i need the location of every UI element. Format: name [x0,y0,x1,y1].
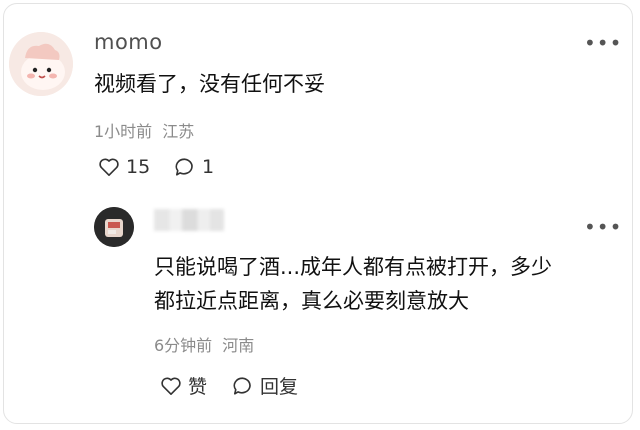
speech-bubble-icon [175,158,193,176]
reply-text-line: 都拉近点距离，真么必要刻意放大 [154,289,469,313]
comment-meta: 1小时前 江苏 [94,118,194,142]
reply-reply-button[interactable]: 回复 [232,372,298,399]
reply-reply-label: 回复 [260,376,299,398]
reply-like-button[interactable]: 赞 [160,372,207,399]
heart-outline-icon [161,377,181,395]
comment-button[interactable]: 1 [174,156,214,178]
reply-meta: 6分钟前 河南 [154,332,254,356]
reply-text-line: 只能说喝了酒...成年人都有点被打开，多少 [154,255,553,279]
photo-avatar-icon [94,207,134,247]
reply-avatar[interactable] [94,207,134,247]
like-count: 15 [126,156,151,178]
like-button[interactable]: 15 [98,156,150,178]
blurred-username [154,209,224,231]
reply-location: 河南 [222,336,255,355]
comment-time: 1小时前 [94,122,153,141]
comment-count: 1 [202,156,215,178]
more-horizontal-icon[interactable]: ••• [584,217,622,237]
comment-location: 江苏 [162,122,195,141]
reply-text: 只能说喝了酒...成年人都有点被打开，多少 都拉近点距离，真么必要刻意放大 [154,250,614,318]
avatar[interactable] [9,32,73,96]
comment-text: 视频看了，没有任何不妥 [94,72,325,96]
speech-bubble-icon [233,376,251,395]
cartoon-avatar-icon [9,32,73,96]
reply-time: 6分钟前 [154,336,213,355]
reply-like-label: 赞 [188,376,208,398]
username[interactable]: momo [94,30,163,54]
more-horizontal-icon[interactable]: ••• [584,33,622,53]
heart-outline-icon [99,158,119,176]
